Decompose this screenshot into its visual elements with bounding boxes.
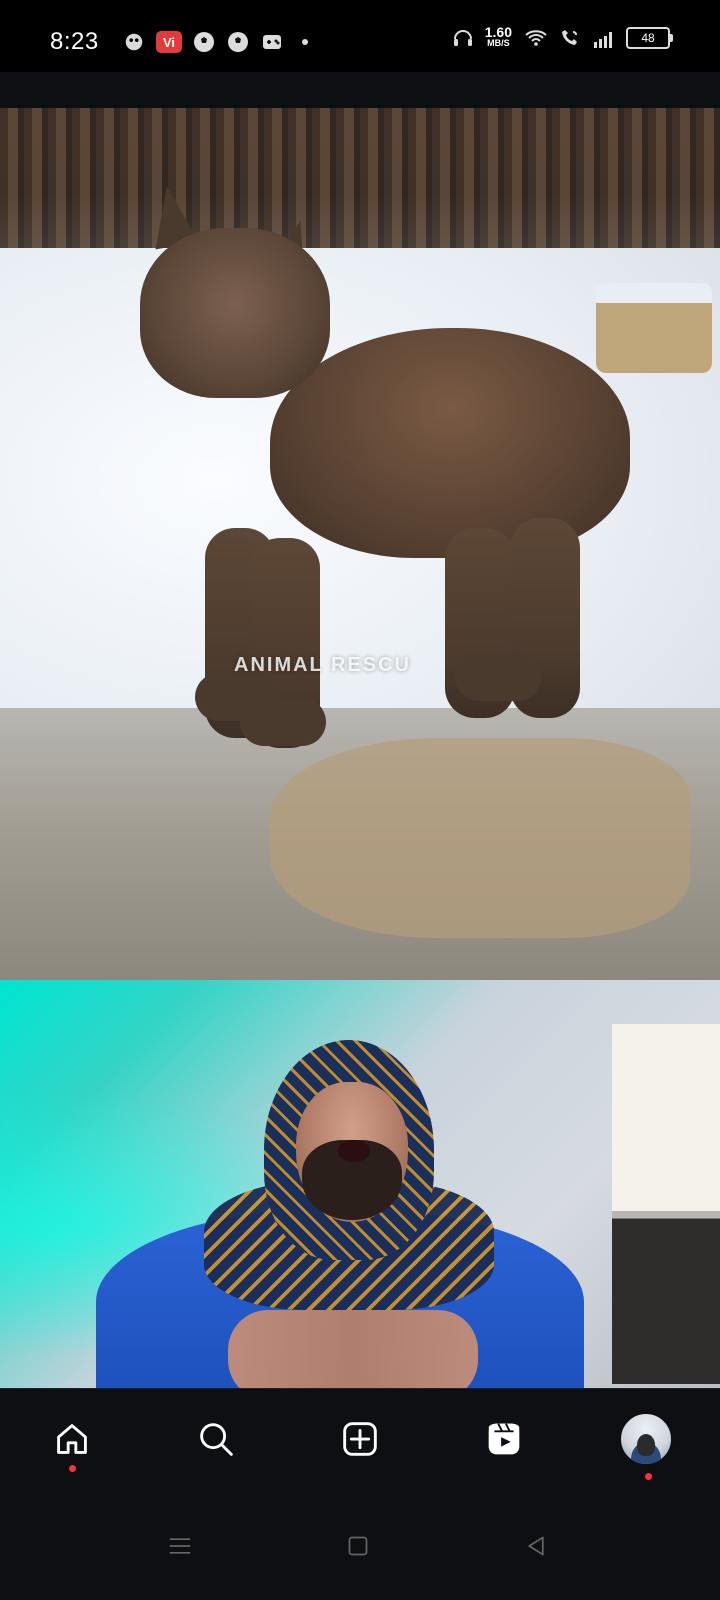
bobcat-paw bbox=[455, 653, 541, 701]
headphones-icon-svg bbox=[453, 30, 472, 46]
bobcat-paw bbox=[240, 698, 326, 746]
video-bottom-frame bbox=[0, 980, 720, 1388]
home-square-icon bbox=[348, 1536, 368, 1556]
football-icon bbox=[192, 30, 216, 54]
home-icon bbox=[57, 1424, 87, 1454]
wifi-icon-svg bbox=[525, 30, 547, 46]
bottom-nav-bar bbox=[0, 1388, 720, 1499]
nav-search-button[interactable] bbox=[184, 1407, 248, 1471]
system-nav-bar bbox=[0, 1498, 720, 1600]
game-icon-svg bbox=[263, 35, 281, 49]
bobcat-head bbox=[140, 228, 330, 398]
top-strip bbox=[0, 72, 720, 108]
create-icon bbox=[343, 1422, 377, 1456]
nav-reels-button[interactable] bbox=[472, 1407, 536, 1471]
battery-level: 48 bbox=[641, 31, 655, 45]
search-icon bbox=[200, 1423, 233, 1456]
signal-icon-svg bbox=[594, 32, 612, 48]
football-icon-svg bbox=[194, 32, 214, 52]
football-icon-svg bbox=[228, 32, 248, 52]
call-wifi-icon-svg bbox=[562, 30, 577, 45]
system-home-button[interactable] bbox=[338, 1526, 378, 1566]
background-trees bbox=[0, 108, 720, 268]
app-icon bbox=[122, 30, 146, 54]
call-wifi-icon bbox=[558, 26, 582, 50]
status-right-icons: 1.60 MB/S 48 bbox=[451, 24, 673, 50]
path-patch bbox=[270, 738, 690, 938]
network-speed-unit: MB/S bbox=[487, 38, 510, 48]
football-icon bbox=[226, 30, 250, 54]
planter-pot bbox=[596, 283, 712, 373]
person-hands bbox=[228, 1310, 478, 1388]
profile-notification-dot bbox=[645, 1473, 652, 1480]
recent-apps-icon bbox=[169, 1538, 191, 1554]
status-time: 8:23 bbox=[50, 28, 99, 55]
nav-create-button[interactable] bbox=[328, 1407, 392, 1471]
battery-indicator: 48 bbox=[626, 27, 673, 49]
status-left-icons: Vi bbox=[122, 30, 308, 54]
back-triangle-icon bbox=[528, 1536, 544, 1556]
headphones-icon bbox=[451, 26, 475, 50]
nav-profile-button[interactable] bbox=[614, 1407, 678, 1471]
signal-icon bbox=[592, 26, 616, 50]
reel-video[interactable]: ANIMAL RESCU bbox=[0, 108, 720, 1388]
video-top-frame: ANIMAL RESCU bbox=[0, 108, 720, 980]
game-icon bbox=[260, 30, 284, 54]
wifi-icon bbox=[524, 26, 548, 50]
nav-home-button[interactable] bbox=[40, 1407, 104, 1471]
bobcat-body bbox=[270, 328, 630, 558]
network-speed-value: 1.60 bbox=[484, 24, 512, 40]
status-more-dot bbox=[302, 39, 308, 45]
shelf bbox=[612, 1024, 720, 1384]
recent-apps-button[interactable] bbox=[160, 1526, 200, 1566]
home-notification-dot bbox=[69, 1465, 76, 1472]
person-mouth bbox=[338, 1140, 370, 1162]
vi-badge: Vi bbox=[156, 31, 182, 53]
video-watermark: ANIMAL RESCU bbox=[234, 654, 411, 676]
network-speed: 1.60 MB/S bbox=[484, 24, 512, 49]
app-icon-svg bbox=[125, 33, 143, 51]
system-back-button[interactable] bbox=[516, 1526, 556, 1566]
profile-avatar bbox=[619, 1412, 673, 1466]
reels-icon bbox=[488, 1423, 520, 1455]
